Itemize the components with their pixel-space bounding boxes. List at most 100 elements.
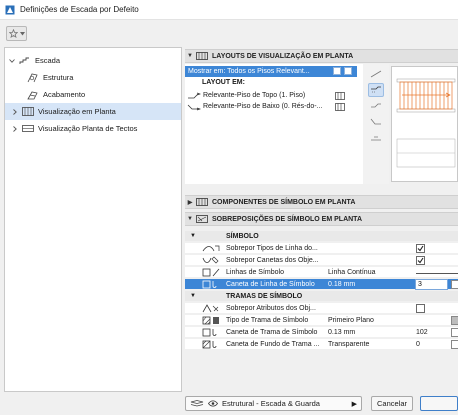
section-sobreposicoes-header[interactable]: ▼ SOBREPOSIÇÕES DE SÍMBOLO EM PLANTA <box>185 212 458 226</box>
layout-row-bottom[interactable]: Relevante-Piso de Baixo (0. Rés-do-... <box>185 101 361 112</box>
fill-background-pen-row[interactable]: Caneta de Fundo de Trama ... Transparent… <box>185 339 458 350</box>
pen-number-input[interactable]: 3 <box>415 279 448 290</box>
overrides-icon <box>195 215 209 224</box>
layouts-list: Mostrar em: Todos os Pisos Relevant... L… <box>185 64 363 184</box>
ceiling-plan-icon <box>22 124 34 134</box>
section-componentes-header[interactable]: ▶ COMPONENTES DE SÍMBOLO EM PLANTA <box>185 195 458 209</box>
section-title: SOBREPOSIÇÕES DE SÍMBOLO EM PLANTA <box>212 215 362 223</box>
settings-tree: Escada Estrutura Acabamento Visualização… <box>4 47 182 392</box>
cancel-button[interactable]: Cancelar <box>371 396 413 411</box>
fill-pen-row[interactable]: Caneta de Trama de Símbolo 0.13 mm 102 <box>185 327 458 338</box>
tree-item-label: Visualização em Planta <box>38 107 116 116</box>
stair-bottom-line-icon <box>187 104 201 110</box>
row-label: Caneta de Fundo de Trama ... <box>226 340 320 348</box>
override-pens-row[interactable]: Sobrepor Canetas dos Obje... <box>185 255 458 266</box>
fill-override-icon <box>202 303 219 312</box>
expand-triangle-icon[interactable]: ▶ <box>185 199 195 206</box>
ok-button[interactable] <box>420 396 458 411</box>
checkbox-checked[interactable] <box>416 255 425 265</box>
collapse-triangle-icon[interactable]: ▼ <box>185 53 195 59</box>
row-label: Sobrepor Canetas dos Obje... <box>226 256 319 264</box>
chevron-down-icon[interactable] <box>8 57 16 65</box>
layout-row-label: Relevante-Piso de Topo (1. Piso) <box>203 92 306 99</box>
fill-swatch[interactable] <box>451 316 458 325</box>
line-mid-icon[interactable] <box>368 99 384 113</box>
stair-top-line-icon <box>188 92 201 98</box>
show-on-label: Mostrar em: Todos os Pisos Relevant... <box>188 68 310 75</box>
row-label: Sobrepor Atributos dos Obj... <box>226 304 316 312</box>
floor-plan-icon <box>195 198 209 207</box>
chevron-down-icon <box>19 31 25 35</box>
tree-item-escada[interactable]: Escada <box>5 52 181 69</box>
row-label: Sobrepor Tipos de Linha do... <box>226 244 318 252</box>
section-title: COMPONENTES DE SÍMBOLO EM PLANTA <box>212 198 356 206</box>
pen-number[interactable]: 102 <box>416 329 428 336</box>
override-linetypes-row[interactable]: Sobrepor Tipos de Linha do... <box>185 243 458 254</box>
floor-plan-icon <box>335 91 345 100</box>
checkbox-checked[interactable] <box>416 243 425 253</box>
pen-number[interactable]: 0 <box>416 341 420 348</box>
symbol-line-pen-row[interactable]: Caneta de Linha de Símbolo 0.18 mm 3 <box>185 279 458 290</box>
layout-em-label: LAYOUT EM: <box>202 79 245 86</box>
layout-row-top[interactable]: Relevante-Piso de Topo (1. Piso) <box>185 90 361 101</box>
tree-item-label: Visualização Planta de Tectos <box>38 124 138 133</box>
collapse-triangle-icon[interactable]: ▼ <box>185 216 195 222</box>
pen-icon <box>202 328 217 336</box>
row-label: Caneta de Trama de Símbolo <box>226 328 318 336</box>
pen-color-swatch[interactable] <box>451 280 458 289</box>
checkbox-unchecked[interactable] <box>416 303 425 313</box>
chevron-right-icon[interactable] <box>11 108 19 116</box>
tree-item-label: Acabamento <box>43 90 86 99</box>
subheader-label: SÍMBOLO <box>226 232 259 240</box>
floor-plan-icon <box>195 52 209 61</box>
line-flat-icon[interactable] <box>368 131 384 145</box>
tree-item-acabamento[interactable]: Acabamento <box>5 86 181 103</box>
chevron-right-icon[interactable] <box>11 125 19 133</box>
star-icon <box>8 29 18 38</box>
subheader-label: TRAMAS DE SÍMBOLO <box>226 292 303 300</box>
floor-plan-icon <box>335 102 345 111</box>
pen-icon <box>202 280 217 288</box>
building-icon[interactable] <box>333 67 341 75</box>
tree-item-estrutura[interactable]: Estrutura <box>5 69 181 86</box>
floor-plan-icon <box>22 107 34 117</box>
background-pen-icon <box>202 340 217 348</box>
stair-icon <box>19 56 31 66</box>
window-title: Definições de Escada por Defeito <box>20 5 139 14</box>
tramas-subheader[interactable]: ▼ TRAMAS DE SÍMBOLO <box>185 291 458 302</box>
pen-override-icon <box>202 256 219 263</box>
finish-icon <box>27 90 39 100</box>
symbol-lines-row[interactable]: Linhas de Símbolo Linha Contínua <box>185 267 458 278</box>
fill-type-row[interactable]: Tipo de Trama de Símbolo Primeiro Plano <box>185 315 458 326</box>
section-layouts-header[interactable]: ▼ LAYOUTS DE VISUALIZAÇÃO EM PLANTA <box>185 49 458 63</box>
tree-item-label: Escada <box>35 56 61 65</box>
collapse-triangle-icon[interactable]: ▼ <box>190 293 196 299</box>
line-break-icon[interactable] <box>368 83 384 97</box>
favorites-button[interactable] <box>6 26 27 41</box>
tree-item-planta-tectos[interactable]: Visualização Planta de Tectos <box>5 120 181 137</box>
row-value[interactable]: Primeiro Plano <box>328 317 374 324</box>
override-fill-attrs-row[interactable]: Sobrepor Atributos dos Obj... <box>185 303 458 314</box>
favorite-select[interactable]: Estrutural - Escada & Guarda ▶ <box>185 396 362 411</box>
line-down-icon[interactable] <box>368 115 384 129</box>
title-bar: Definições de Escada por Defeito <box>0 0 458 20</box>
line-up-icon[interactable] <box>368 67 384 81</box>
tree-item-visualizacao-planta[interactable]: Visualização em Planta <box>5 103 181 120</box>
play-icon[interactable] <box>344 67 352 75</box>
section-title: LAYOUTS DE VISUALIZAÇÃO EM PLANTA <box>212 52 354 60</box>
layout-row-label: Relevante-Piso de Baixo (0. Rés-do-... <box>203 103 323 110</box>
simbolo-subheader[interactable]: ▼ SÍMBOLO <box>185 231 458 242</box>
row-value[interactable]: Linha Contínua <box>328 269 375 276</box>
layer-icon <box>190 400 204 407</box>
row-label: Tipo de Trama de Símbolo <box>226 316 309 324</box>
eye-icon <box>208 400 218 407</box>
collapse-triangle-icon[interactable]: ▼ <box>190 233 196 239</box>
row-label: Linhas de Símbolo <box>226 268 284 276</box>
pen-color-swatch[interactable] <box>451 328 458 337</box>
line-type-preview <box>416 273 458 274</box>
chevron-right-icon: ▶ <box>351 401 357 408</box>
dialog-footer: Estrutural - Escada & Guarda ▶ Cancelar <box>185 394 458 415</box>
row-value: 0.18 mm <box>328 280 356 288</box>
show-on-stories-row[interactable]: Mostrar em: Todos os Pisos Relevant... <box>185 66 357 77</box>
pen-color-swatch[interactable] <box>451 340 458 349</box>
